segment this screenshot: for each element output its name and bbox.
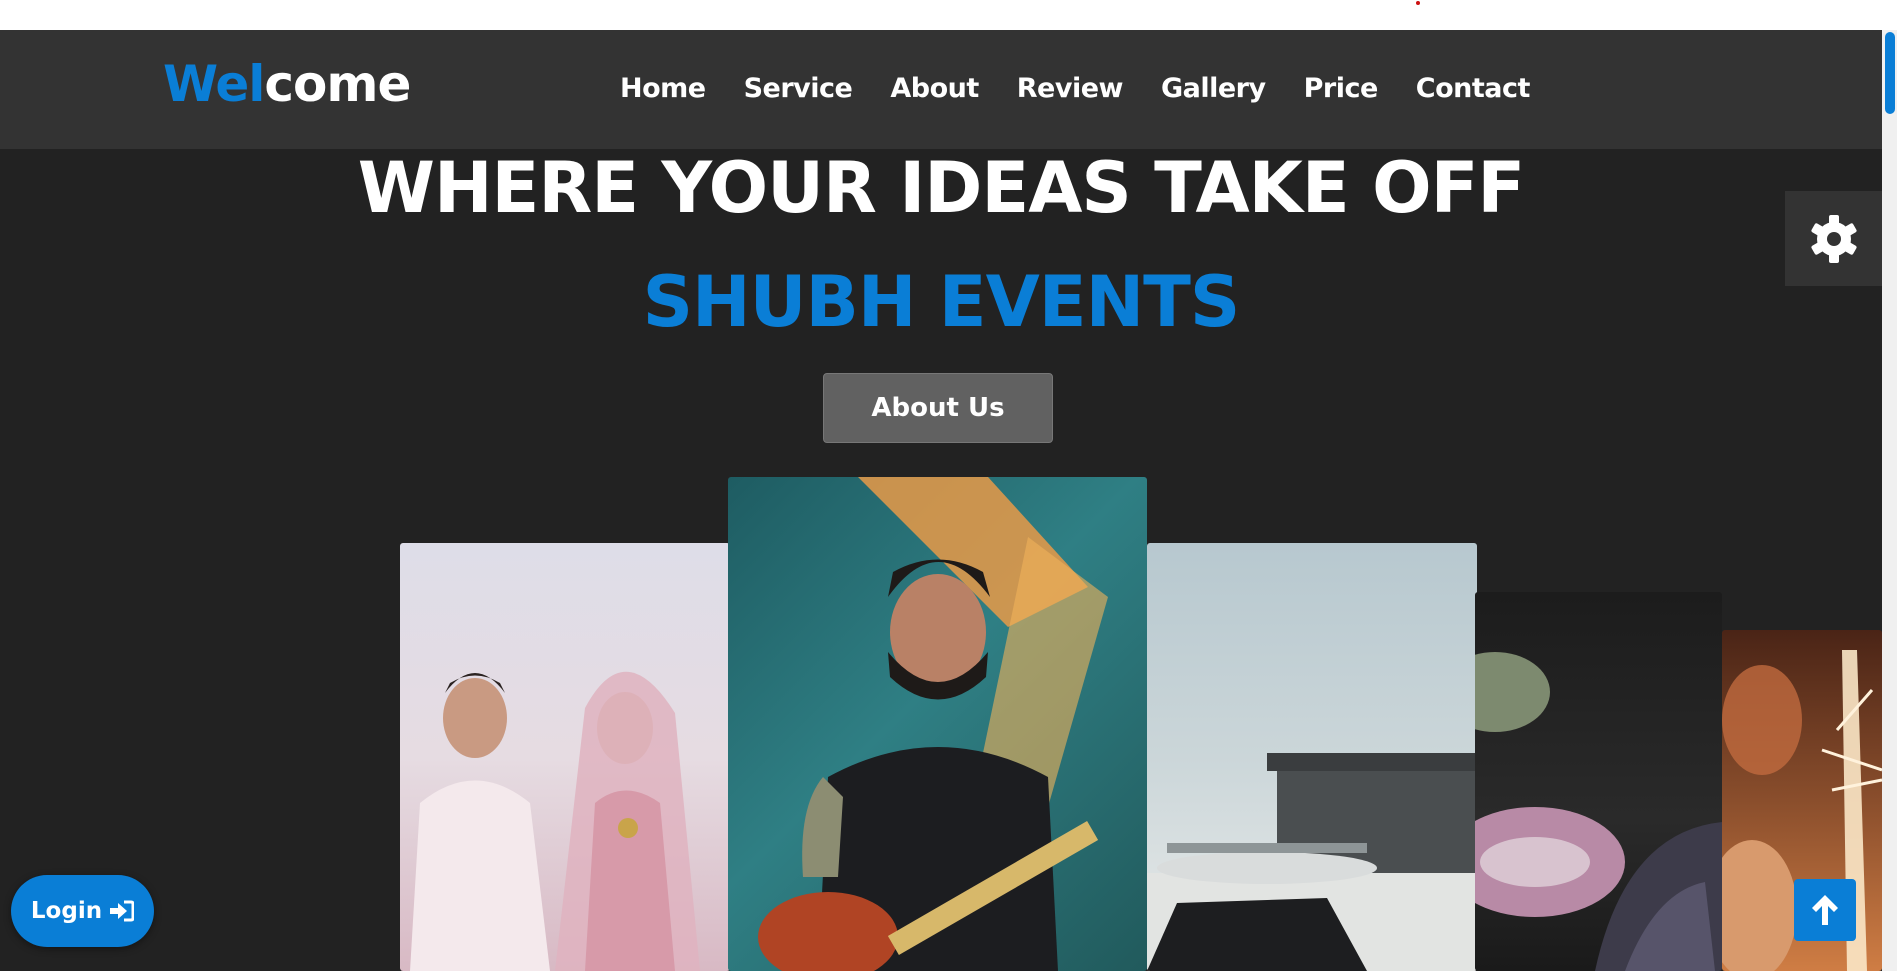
concert-photo [758,477,1108,971]
logo-part-accent: Wel [163,55,265,113]
site-logo[interactable]: Welcome [163,54,411,114]
nav-home[interactable]: Home [620,66,706,112]
main-nav: Home Service About Review Gallery Price … [620,66,1530,112]
nav-gallery[interactable]: Gallery [1161,66,1266,112]
hero-title: WHERE YOUR IDEAS TAKE OFF [357,147,1526,229]
back-to-top-button[interactable] [1794,879,1856,941]
sign-in-icon [110,900,135,922]
wedding-photo [410,671,700,971]
scrollbar-thumb[interactable] [1885,32,1895,114]
indicator-dot [1416,1,1420,5]
nav-contact[interactable]: Contact [1416,66,1531,112]
gallery-card-vegetables[interactable] [1475,592,1722,971]
login-label: Login [30,898,103,924]
gallery-card-wedding[interactable] [400,543,730,971]
gallery-card-concert[interactable] [728,477,1147,971]
settings-toggle[interactable] [1785,191,1882,286]
logo-part-white: come [264,55,411,113]
nav-review[interactable]: Review [1017,66,1124,112]
navbar: Welcome Home Service About Review Galler… [0,30,1882,149]
gallery-card-jet[interactable] [1147,543,1477,971]
nav-service[interactable]: Service [744,66,853,112]
nav-price[interactable]: Price [1304,66,1379,112]
jet-photo [1147,753,1477,971]
gear-icon [1810,214,1857,263]
browser-top-strip [0,0,1897,30]
nav-about[interactable]: About [890,66,979,112]
login-button[interactable]: Login [11,875,154,947]
about-us-button[interactable]: About Us [823,373,1053,443]
arrow-up-icon [1812,895,1838,925]
page-scrollbar[interactable] [1882,30,1897,971]
vegetables-photo [1475,652,1722,971]
hero-subtitle: SHUBH EVENTS [642,261,1241,343]
